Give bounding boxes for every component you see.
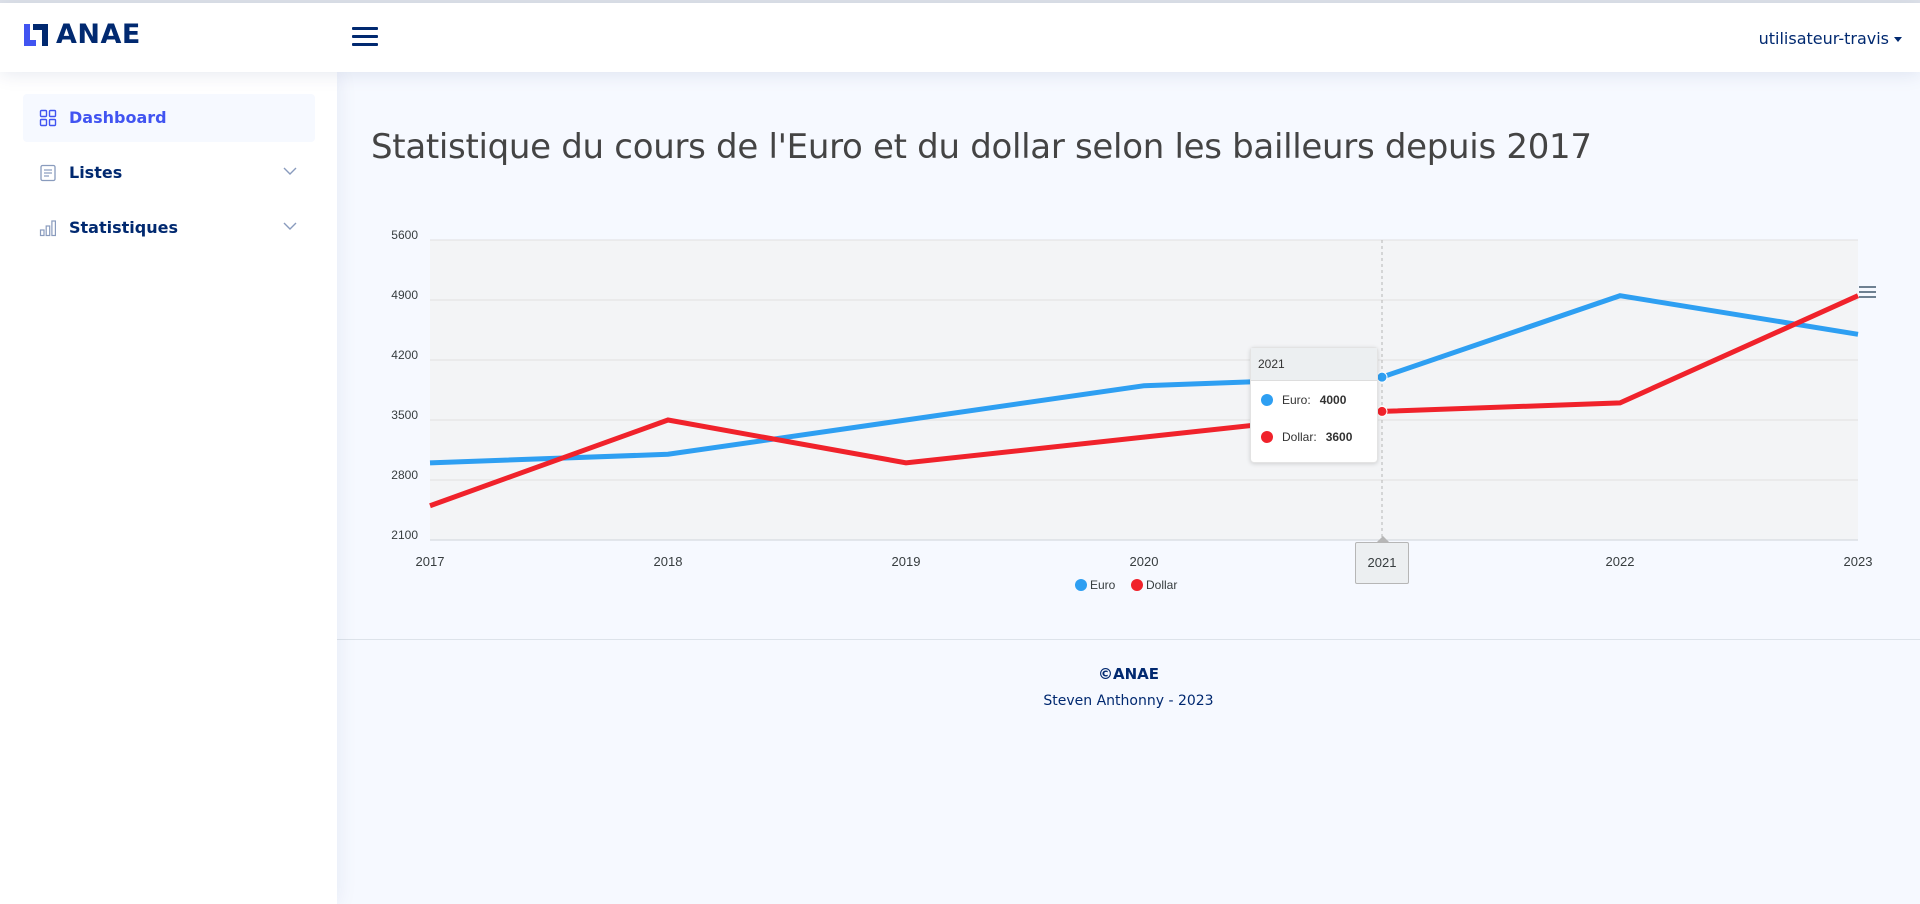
tooltip-series-value: 4000 xyxy=(1319,393,1347,407)
tooltip-series-name: Euro: xyxy=(1282,393,1311,407)
legend-marker-euro xyxy=(1075,579,1087,591)
x-tick-label: 2020 xyxy=(1130,554,1159,569)
chart-container: 5600 4900 4200 3500 2800 2100 2017 2018 2019 2020… xyxy=(337,202,1920,672)
y-tick-label: 4900 xyxy=(391,288,418,302)
footer-divider xyxy=(337,639,1920,640)
footer-brand: ©ANAE xyxy=(1097,665,1160,683)
sidebar-item-label: Statistiques xyxy=(69,218,178,237)
anae-logo-icon xyxy=(24,23,48,46)
caret-down-icon xyxy=(1894,37,1902,42)
list-icon xyxy=(40,164,56,182)
tooltip-series-value: 3600 xyxy=(1325,430,1353,444)
menu-toggle-icon[interactable] xyxy=(352,25,380,49)
data-point-dollar xyxy=(1376,405,1388,417)
chart-tooltip: 2021 Euro: 4000 Dollar: 3600 xyxy=(1250,347,1378,463)
y-tick-label: 2100 xyxy=(391,528,418,542)
y-tick-label: 3500 xyxy=(391,408,418,422)
legend-marker-dollar xyxy=(1131,579,1143,591)
user-name: utilisateur-travis xyxy=(1758,29,1889,48)
tooltip-series-name: Dollar: xyxy=(1282,430,1317,444)
page-title: Statistique du cours de l'Euro et du dol… xyxy=(371,127,1592,167)
chevron-down-icon xyxy=(283,222,297,230)
chevron-down-icon xyxy=(283,167,297,175)
logo[interactable]: ANAE xyxy=(22,19,141,50)
legend-label: Euro xyxy=(1090,578,1116,592)
sidebar: Dashboard Listes Statistiques xyxy=(0,72,337,904)
data-point-euro xyxy=(1376,371,1388,383)
tooltip-row-dollar: Dollar: 3600 xyxy=(1261,427,1352,447)
sidebar-item-listes[interactable]: Listes xyxy=(23,149,315,197)
header: ANAE utilisateur-travis xyxy=(0,3,1920,72)
bar-chart-icon xyxy=(39,220,56,237)
x-tick-label: 2023 xyxy=(1844,554,1873,569)
tooltip-row-euro: Euro: 4000 xyxy=(1261,390,1346,410)
sidebar-item-label: Listes xyxy=(69,163,123,182)
sidebar-item-label: Dashboard xyxy=(69,108,167,127)
brand-name: ANAE xyxy=(56,19,141,50)
y-tick-label: 5600 xyxy=(391,228,418,242)
line-chart: 5600 4900 4200 3500 2800 2100 2017 2018 2019 2020… xyxy=(391,228,1873,592)
user-menu[interactable]: utilisateur-travis xyxy=(1759,29,1902,48)
y-tick-label: 4200 xyxy=(391,348,418,362)
euro-dot-icon xyxy=(1261,394,1273,406)
grid-icon xyxy=(39,109,57,127)
sidebar-item-dashboard[interactable]: Dashboard xyxy=(23,94,315,142)
sidebar-item-statistiques[interactable]: Statistiques xyxy=(23,204,315,252)
x-tick-label: 2019 xyxy=(892,554,921,569)
y-tick-label: 2800 xyxy=(391,468,418,482)
xaxis-tooltip: 2021 xyxy=(1355,536,1409,584)
tooltip-title: 2021 xyxy=(1251,348,1377,381)
x-tick-label: 2018 xyxy=(654,554,683,569)
x-tick-label: 2017 xyxy=(416,554,445,569)
dollar-dot-icon xyxy=(1261,431,1273,443)
footer-copyright: Steven Anthonny - 2023 xyxy=(1043,693,1214,709)
legend-label: Dollar xyxy=(1146,578,1177,592)
x-tick-label: 2022 xyxy=(1606,554,1635,569)
